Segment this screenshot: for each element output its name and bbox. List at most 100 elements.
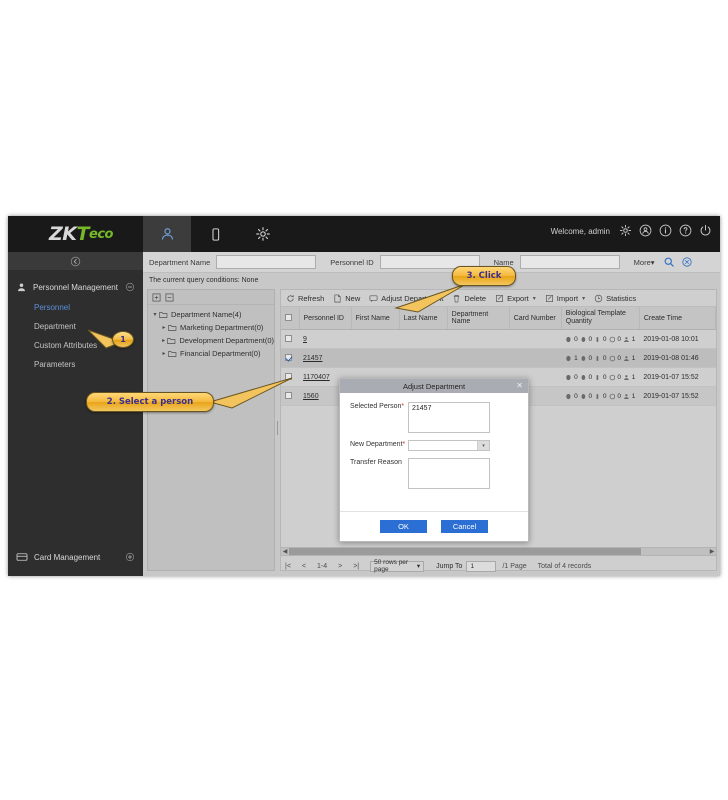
row-checkbox[interactable] bbox=[285, 334, 292, 342]
chevron-down-icon[interactable]: ▾ bbox=[477, 441, 489, 450]
button-label: Statistics bbox=[606, 293, 637, 303]
column-create-time[interactable]: Create Time bbox=[639, 307, 717, 331]
personnel-id-link[interactable]: 1170407 bbox=[303, 374, 330, 381]
step-3-label: 3. Click bbox=[466, 271, 502, 281]
scroll-left-arrow[interactable]: ◀ bbox=[281, 548, 289, 555]
gear-icon[interactable] bbox=[619, 224, 632, 237]
rows-per-page-label: 50 rows per page bbox=[374, 559, 409, 573]
person-icon bbox=[18, 282, 25, 291]
column-personnel-id[interactable]: Personnel ID bbox=[299, 307, 352, 331]
tree-node-financial[interactable]: ▸ Financial Department(0) bbox=[148, 347, 274, 360]
tree-node-development[interactable]: ▸ Development Department(0) bbox=[148, 334, 274, 347]
person-icon bbox=[161, 227, 173, 240]
close-icon[interactable]: ✕ bbox=[516, 381, 523, 391]
column-card-number[interactable]: Card Number bbox=[509, 307, 562, 331]
department-tree-panel: ▾ Department Name(4) ▸ Marketing Departm… bbox=[147, 289, 275, 571]
help-icon[interactable] bbox=[679, 224, 692, 237]
horizontal-scrollbar[interactable]: ◀ ▶ bbox=[280, 547, 717, 556]
export-button[interactable]: Export bbox=[495, 294, 529, 303]
rows-per-page-select[interactable]: 50 rows per page ▾ bbox=[370, 559, 425, 573]
tab-device[interactable] bbox=[191, 216, 239, 252]
cell-create-time: 2019-01-07 15:52 bbox=[639, 367, 716, 388]
select-all-header[interactable] bbox=[281, 307, 300, 331]
new-button[interactable]: New bbox=[333, 294, 360, 303]
sidebar-collapse-button[interactable] bbox=[8, 252, 143, 270]
folder-icon bbox=[167, 337, 176, 344]
scroll-right-arrow[interactable]: ▶ bbox=[708, 548, 716, 555]
bio-count: 0 bbox=[602, 354, 607, 362]
sidebar-item-label: Department bbox=[34, 322, 76, 331]
first-page-button[interactable]: |< bbox=[285, 563, 291, 570]
cell-personnel-id[interactable]: 9 bbox=[299, 329, 352, 350]
import-dropdown-caret[interactable]: ▾ bbox=[582, 295, 585, 302]
bio-count: 0 bbox=[617, 392, 621, 400]
selected-person-textarea[interactable]: 21457 bbox=[408, 402, 490, 433]
face-icon bbox=[624, 355, 629, 361]
personnel-id-link[interactable]: 21457 bbox=[303, 355, 322, 362]
import-button[interactable]: Import bbox=[545, 294, 578, 303]
more-filters-button[interactable]: More▾ bbox=[634, 258, 655, 267]
tab-personnel[interactable] bbox=[143, 216, 191, 252]
tree-node-label: Financial Department(0) bbox=[180, 349, 261, 358]
dialog-title-bar: Adjust Department ✕ bbox=[340, 379, 528, 393]
personnel-id-link[interactable]: 1560 bbox=[303, 393, 319, 400]
device-icon bbox=[211, 227, 219, 241]
tree-expand-arrow[interactable]: ▾ bbox=[151, 311, 159, 318]
collapse-all-icon[interactable] bbox=[165, 293, 174, 302]
tree-node-root[interactable]: ▾ Department Name(4) bbox=[148, 308, 274, 321]
personnel-id-link[interactable]: 9 bbox=[303, 336, 307, 343]
sidebar-group-card-management[interactable]: Card Management bbox=[8, 546, 143, 568]
tree-expand-arrow[interactable]: ▸ bbox=[160, 337, 167, 344]
clear-circle-icon[interactable] bbox=[681, 256, 693, 268]
chevron-down-icon: ▾ bbox=[416, 563, 421, 570]
filter-input-name[interactable] bbox=[519, 255, 620, 269]
tree-expand-arrow[interactable]: ▸ bbox=[160, 350, 168, 357]
bio-count: 1 bbox=[631, 335, 636, 343]
table-row[interactable]: 21457 1 0 0 0 1 2019-01-08 01:46 bbox=[281, 348, 716, 369]
refresh-button[interactable]: Refresh bbox=[286, 294, 324, 303]
cell-card-number bbox=[509, 348, 562, 369]
plus-icon[interactable] bbox=[125, 552, 135, 562]
dialog-body: Selected Person* 21457 New Department* ▾… bbox=[340, 393, 528, 489]
label-text: Selected Person bbox=[350, 403, 402, 410]
minus-icon[interactable] bbox=[125, 282, 135, 292]
new-department-select[interactable]: ▾ bbox=[408, 440, 490, 451]
table-toolbar: Refresh New Adjust Department Delete Exp… bbox=[281, 290, 716, 307]
select-all-checkbox[interactable] bbox=[285, 313, 292, 321]
panel-splitter[interactable] bbox=[275, 417, 279, 439]
search-icon[interactable] bbox=[663, 256, 675, 268]
tree-expand-arrow[interactable]: ▸ bbox=[160, 324, 168, 331]
filter-input-department-name[interactable] bbox=[216, 255, 317, 269]
tree-node-marketing[interactable]: ▸ Marketing Department(0) bbox=[148, 321, 274, 334]
row-checkbox-cell[interactable] bbox=[281, 329, 300, 350]
sidebar-item-personnel[interactable]: Personnel bbox=[8, 298, 143, 317]
expand-all-icon[interactable] bbox=[152, 293, 161, 302]
sidebar-item-parameters[interactable]: Parameters bbox=[8, 355, 143, 374]
cell-personnel-id[interactable]: 21457 bbox=[299, 348, 352, 369]
table-row[interactable]: 9 0 0 0 0 1 2019-01-08 10:01 bbox=[281, 329, 716, 350]
face-icon bbox=[624, 393, 629, 399]
tab-settings[interactable] bbox=[239, 216, 287, 252]
jump-to-input[interactable]: 1 bbox=[466, 560, 497, 572]
transfer-reason-textarea[interactable] bbox=[408, 458, 490, 489]
cancel-button[interactable]: Cancel bbox=[441, 520, 488, 533]
next-page-button[interactable]: > bbox=[338, 563, 342, 570]
row-checkbox-cell[interactable] bbox=[281, 348, 300, 369]
page-range-label: 1-4 bbox=[317, 562, 328, 570]
bio-count: 0 bbox=[617, 354, 621, 362]
user-circle-icon[interactable] bbox=[639, 224, 652, 237]
prev-page-button[interactable]: < bbox=[302, 563, 306, 570]
statistics-button[interactable]: Statistics bbox=[594, 294, 636, 303]
scrollbar-thumb[interactable] bbox=[289, 548, 641, 555]
column-biological-template-quantity[interactable]: Biological Template Quantity bbox=[561, 307, 640, 331]
filter-bar: Department Name Personnel ID Name More▾ bbox=[143, 252, 720, 273]
row-checkbox[interactable] bbox=[285, 353, 292, 361]
info-icon[interactable] bbox=[659, 224, 672, 237]
ok-button[interactable]: OK bbox=[380, 520, 427, 533]
last-page-button[interactable]: >| bbox=[353, 563, 359, 570]
power-icon[interactable] bbox=[699, 224, 712, 237]
bio-count: 0 bbox=[617, 373, 621, 381]
fingerprint-alt-icon bbox=[581, 336, 585, 342]
sidebar-group-personnel-management[interactable]: Personnel Management bbox=[8, 276, 143, 298]
export-dropdown-caret[interactable]: ▾ bbox=[533, 295, 536, 302]
